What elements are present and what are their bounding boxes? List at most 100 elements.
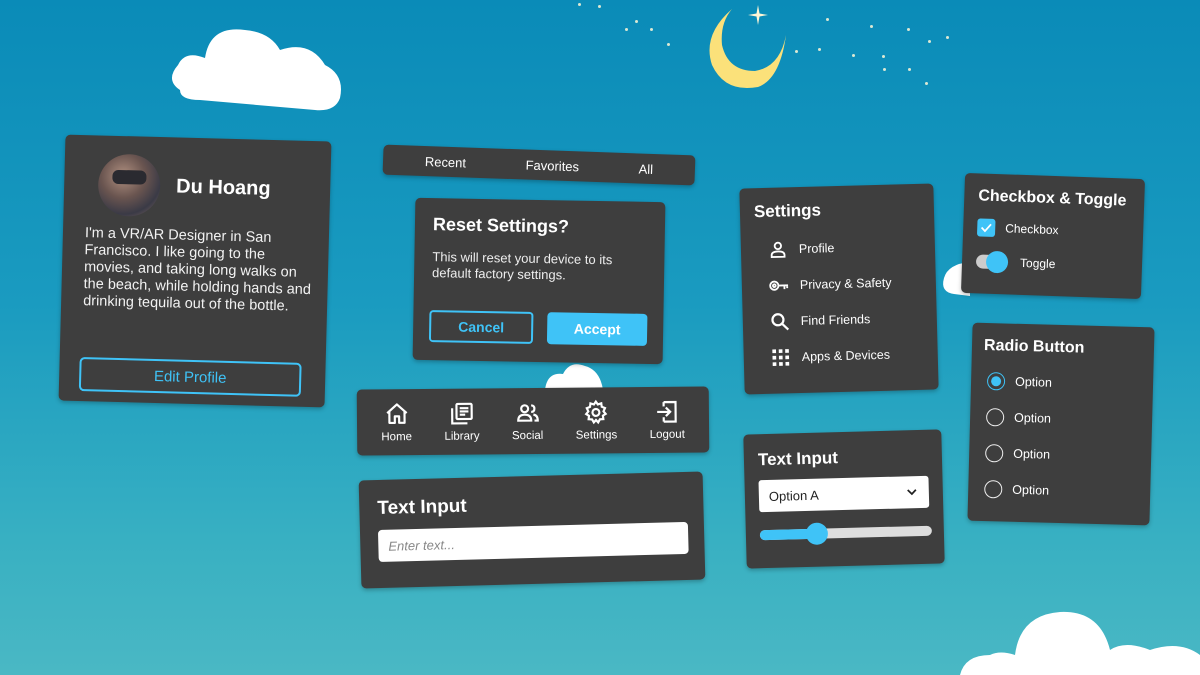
checkbox-row[interactable]: Checkbox [976, 215, 1130, 244]
nav-label: Social [511, 429, 544, 443]
checkbox-label: Checkbox [1004, 221, 1059, 238]
nav-label: Library [444, 430, 480, 443]
nav-label: Home [381, 431, 413, 444]
cloud-bottom-right [960, 611, 1200, 675]
radio-button[interactable] [984, 444, 1004, 463]
dialog-message: This will reset your device to its defau… [431, 249, 613, 283]
dialog-title: Reset Settings? [432, 214, 570, 237]
panel-title: Text Input [377, 495, 467, 520]
radio-option[interactable]: Option [980, 471, 1139, 511]
slider-thumb[interactable] [805, 522, 828, 546]
tab-all[interactable]: All [638, 161, 653, 176]
logout-icon [657, 400, 677, 423]
nav-item-social[interactable]: Social [511, 400, 544, 443]
profile-bio: I'm a VR/AR Designer in San Francisco. I… [82, 225, 312, 315]
star [795, 50, 798, 53]
star [635, 20, 638, 23]
radio-label: Option [1012, 482, 1050, 498]
people-icon [516, 404, 539, 422]
star [908, 68, 911, 71]
tab-favorites[interactable]: Favorites [525, 157, 579, 174]
menu-label: Privacy & Safety [799, 275, 892, 293]
nav-label: Logout [649, 428, 685, 441]
nav-item-library[interactable]: Library [444, 400, 480, 443]
panel-title: Radio Button [983, 336, 1085, 357]
star [928, 40, 931, 43]
nav-item-settings[interactable]: Settings [575, 399, 618, 442]
star [946, 36, 949, 39]
checkbox-toggle-panel: Checkbox & Toggle Checkbox Toggle [960, 172, 1146, 300]
toggle-label: Toggle [1019, 255, 1056, 272]
text-input-panel: Text Input [358, 471, 706, 589]
checkmark-icon [980, 223, 992, 233]
menu-item-privacy[interactable]: Privacy & Safety [755, 264, 922, 304]
menu-item-apps-devices[interactable]: Apps & Devices [757, 336, 924, 376]
star [870, 25, 873, 28]
settings-menu: Settings Profile Privacy & Safety Find F… [739, 183, 939, 395]
gear-icon [584, 399, 608, 425]
star [650, 28, 653, 31]
dialog-actions: Cancel Accept [428, 310, 648, 346]
text-input[interactable] [377, 521, 689, 563]
grid-icon [772, 349, 790, 367]
star [667, 43, 670, 46]
star [907, 28, 910, 31]
profile-card: Du Hoang I'm a VR/AR Designer in San Fra… [58, 134, 332, 408]
dropdown-selected-value: Option A [768, 487, 819, 504]
crescent-moon-icon [709, 9, 786, 89]
radio-label: Option [1013, 446, 1051, 462]
profile-name: Du Hoang [175, 175, 271, 200]
radio-button[interactable] [984, 480, 1003, 499]
radio-option[interactable]: Option [981, 435, 1140, 475]
reset-settings-dialog: Reset Settings? This will reset your dev… [412, 197, 666, 365]
option-dropdown[interactable]: Option A [758, 475, 930, 513]
radio-button-selected[interactable] [986, 372, 1006, 391]
radio-label: Option [1013, 410, 1052, 426]
star [826, 18, 829, 21]
star [852, 54, 855, 57]
toggle-switch[interactable] [975, 250, 1009, 274]
cloud-center [545, 364, 603, 390]
search-icon [771, 313, 790, 331]
star [882, 55, 885, 58]
menu-item-profile[interactable]: Profile [754, 228, 921, 268]
menu-label: Find Friends [800, 312, 871, 329]
cancel-button[interactable]: Cancel [428, 310, 534, 344]
star [818, 48, 821, 51]
star [925, 82, 928, 85]
radio-option[interactable]: Option [983, 363, 1142, 403]
menu-label: Apps & Devices [801, 347, 891, 364]
radio-button-panel: Radio Button Option Option Option Option [967, 322, 1155, 526]
radio-label: Option [1014, 374, 1053, 390]
checkbox[interactable] [976, 218, 996, 237]
sparkle-star-icon [748, 5, 768, 25]
dropdown-slider-panel: Text Input Option A [743, 429, 945, 569]
accept-button[interactable]: Accept [546, 312, 648, 346]
nav-item-home[interactable]: Home [381, 401, 412, 443]
tab-recent[interactable]: Recent [425, 154, 467, 170]
panel-title: Text Input [757, 448, 839, 470]
nav-item-logout[interactable]: Logout [649, 399, 685, 441]
toggle-row[interactable]: Toggle [975, 249, 1129, 278]
home-icon [385, 403, 407, 425]
star [883, 68, 886, 71]
menu-item-find-friends[interactable]: Find Friends [756, 300, 923, 340]
menu-label: Profile [798, 241, 835, 257]
key-icon [769, 280, 789, 291]
panel-title: Checkbox & Toggle [978, 187, 1127, 210]
star [578, 3, 581, 6]
edit-profile-button[interactable]: Edit Profile [78, 357, 302, 397]
settings-title: Settings [753, 200, 822, 222]
person-icon [770, 241, 786, 259]
toggle-knob [985, 250, 1009, 274]
radio-button[interactable] [985, 408, 1005, 427]
chevron-down-icon [907, 489, 917, 496]
star [625, 28, 628, 31]
value-slider[interactable] [759, 522, 932, 546]
radio-option[interactable]: Option [982, 399, 1141, 439]
nav-label: Settings [575, 429, 618, 442]
avatar [97, 153, 162, 218]
star [598, 5, 601, 8]
library-icon [450, 402, 473, 425]
cloud-top-left [171, 29, 341, 111]
